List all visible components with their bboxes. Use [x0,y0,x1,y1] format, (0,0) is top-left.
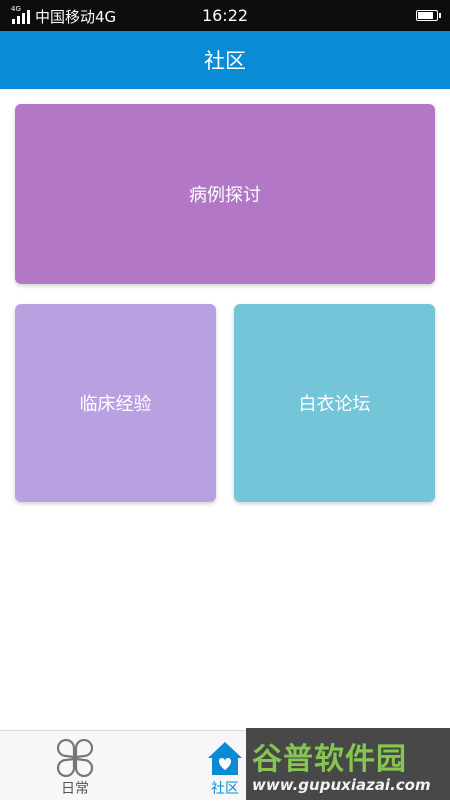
case-discussion-card[interactable]: 病例探讨 [15,104,435,284]
battery-level [418,12,433,19]
nav-label-daily: 日常 [61,781,89,797]
card-label: 临床经验 [79,394,152,415]
watermark: 谷普软件园 www.gupuxiazai.com [246,728,450,800]
page-title: 社区 [204,49,246,73]
home-heart-icon [208,742,242,775]
watermark-brand: 谷普软件园 [252,742,407,777]
card-label: 白衣论坛 [298,394,371,415]
clover-icon [56,739,94,777]
card-label: 病例探讨 [189,185,261,206]
clinical-experience-card[interactable]: 临床经验 [15,304,216,502]
status-time: 16:22 [201,6,249,25]
status-bar: 4G 中国移动4G 16:22 [0,0,450,31]
watermark-url: www.gupuxiazai.com [252,776,431,794]
white-coat-forum-card[interactable]: 白衣论坛 [234,304,435,502]
battery-icon [416,10,441,21]
nav-item-daily[interactable]: 日常 [0,731,150,801]
app-header: 社区 [0,31,450,89]
